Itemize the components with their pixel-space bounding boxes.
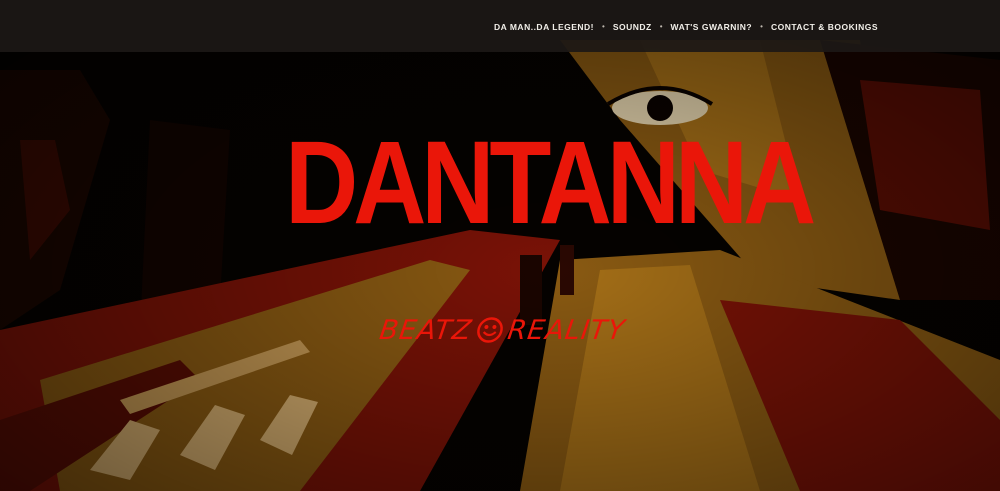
tagline-right: REALITY — [505, 314, 628, 346]
nav-separator: • — [602, 21, 605, 31]
site-logo[interactable]: DANTANNA — [250, 117, 816, 249]
nav-separator: • — [760, 21, 763, 31]
nav-separator: • — [659, 21, 663, 31]
nav-item-contact-bookings[interactable]: CONTACT & BOOKINGS — [771, 22, 878, 32]
top-navbar: DA MAN..DA LEGEND! • SOUNDZ • WAT'S GWAR… — [0, 0, 1000, 52]
smiley-icon — [477, 317, 503, 343]
nav-item-soundz[interactable]: SOUNDZ — [613, 22, 652, 32]
hero-section: DA MAN..DA LEGEND! • SOUNDZ • WAT'S GWAR… — [0, 0, 1000, 491]
site-title: DANTANNA — [285, 117, 816, 249]
nav-item-da-man-da-legend[interactable]: DA MAN..DA LEGEND! — [494, 22, 594, 32]
tagline: BEATZ REALITY — [357, 306, 649, 354]
tagline-left: BEATZ — [377, 314, 475, 346]
nav-item-wats-gwarnin[interactable]: WAT'S GWARNIN? — [671, 22, 753, 32]
nav-menu: DA MAN..DA LEGEND! • SOUNDZ • WAT'S GWAR… — [494, 17, 878, 35]
